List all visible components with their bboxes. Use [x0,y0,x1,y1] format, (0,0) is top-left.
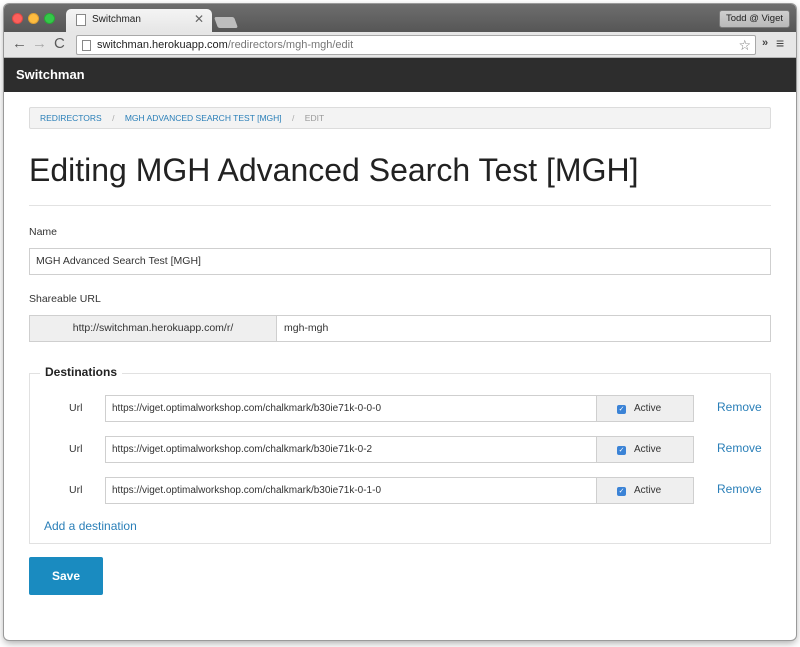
breadcrumb-separator: / [292,113,295,123]
destination-url-input[interactable]: https://viget.optimalworkshop.com/chalkm… [105,477,597,504]
profile-button[interactable]: Todd @ Viget [718,10,790,28]
destination-row: Url https://viget.optimalworkshop.com/ch… [29,436,771,463]
browser-toolbar: ← → C switchman.herokuapp.com/redirector… [4,32,796,58]
destination-active-toggle[interactable]: ✓ Active [596,477,694,504]
active-checkbox[interactable]: ✓ [617,487,626,496]
remove-destination-link[interactable]: Remove [717,400,762,414]
forward-icon[interactable]: → [32,35,47,53]
title-divider [29,205,771,206]
shareable-url-label: Shareable URL [29,293,101,305]
extensions-overflow-icon[interactable]: » [762,37,768,49]
destination-url-label: Url [69,443,83,455]
brand-link[interactable]: Switchman [16,67,85,82]
minimize-window-button[interactable] [28,13,39,24]
tab-title: Switchman [92,14,141,25]
active-label: Active [634,444,662,455]
address-bar[interactable]: switchman.herokuapp.com/redirectors/mgh-… [76,35,756,55]
page-icon [82,40,91,51]
browser-window: Switchman ✕ Todd @ Viget ← → C switchman… [4,4,796,640]
url-text: switchman.herokuapp.com/redirectors/mgh-… [97,39,353,51]
menu-icon[interactable]: ≡ [776,35,784,51]
destination-active-toggle[interactable]: ✓ Active [596,395,694,422]
destination-url-label: Url [69,484,83,496]
back-icon[interactable]: ← [12,35,27,53]
destination-active-toggle[interactable]: ✓ Active [596,436,694,463]
destination-row: Url https://viget.optimalworkshop.com/ch… [29,395,771,422]
url-path: /redirectors/mgh-mgh/edit [227,39,354,51]
destination-row: Url https://viget.optimalworkshop.com/ch… [29,477,771,504]
active-checkbox[interactable]: ✓ [617,405,626,414]
save-button[interactable]: Save [29,557,103,595]
bookmark-star-icon[interactable]: ☆ [738,37,751,54]
tab-switchman[interactable]: Switchman ✕ [66,9,212,32]
close-tab-icon[interactable]: ✕ [194,12,204,26]
breadcrumb-edit: EDIT [304,113,325,123]
name-input[interactable]: MGH Advanced Search Test [MGH] [29,248,771,275]
zoom-window-button[interactable] [44,13,55,24]
page-icon [76,14,86,26]
breadcrumb-separator: / [112,113,115,123]
destination-url-input[interactable]: https://viget.optimalworkshop.com/chalkm… [105,395,597,422]
active-label: Active [634,403,662,414]
remove-destination-link[interactable]: Remove [717,482,762,496]
close-window-button[interactable] [12,13,23,24]
destinations-legend: Destinations [40,365,123,379]
reload-icon[interactable]: C [54,35,65,53]
destination-url-input[interactable]: https://viget.optimalworkshop.com/chalkm… [105,436,597,463]
breadcrumb-redirectors[interactable]: REDIRECTORS [40,113,102,123]
breadcrumb-redirector[interactable]: MGH ADVANCED SEARCH TEST [MGH] [125,113,282,123]
app-navbar: Switchman [4,58,796,92]
breadcrumb: REDIRECTORS / MGH ADVANCED SEARCH TEST [… [29,107,771,129]
active-checkbox[interactable]: ✓ [617,446,626,455]
shareable-url-prefix: http://switchman.herokuapp.com/r/ [29,315,277,342]
name-label: Name [29,226,58,238]
add-destination-link[interactable]: Add a destination [44,519,137,533]
new-tab-button[interactable] [213,17,239,28]
shareable-url-input[interactable]: mgh-mgh [276,315,771,342]
remove-destination-link[interactable]: Remove [717,441,762,455]
page-title: Editing MGH Advanced Search Test [MGH] [29,152,639,188]
destination-url-label: Url [69,402,83,414]
url-host: switchman.herokuapp.com [97,39,228,51]
tab-strip: Switchman ✕ Todd @ Viget [4,4,796,32]
active-label: Active [634,485,662,496]
